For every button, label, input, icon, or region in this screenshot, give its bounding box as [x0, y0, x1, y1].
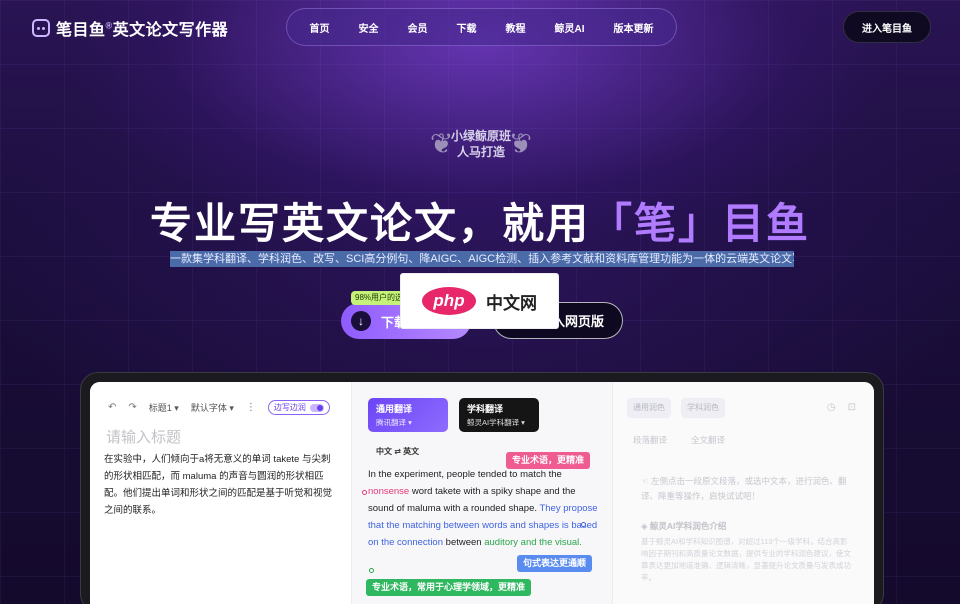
hero-subline: 一款集学科翻译、学科润色、改写、SCI高分例句、降AIGC、AIGC检测、插入参…: [170, 251, 794, 267]
badge-text: 小绿鲸原班 人马打造: [451, 128, 511, 160]
font-select[interactable]: 默认字体 ▾: [191, 401, 234, 414]
translated-term-green: auditory and the visual.: [484, 537, 582, 548]
translated-term-pink: nonsense: [368, 486, 410, 497]
editor-pane: ↶ ↷ 标题1 ▾ 默认字体 ▾ ⋮ 边写边润 请输入标题 在实验中，人们倾向于…: [90, 382, 351, 604]
logo-subtitle: 英文论文写作器: [112, 22, 229, 39]
download-popularity-tag: 98%用户的选: [351, 291, 408, 305]
badge-line-2: 人马打造: [456, 145, 505, 159]
polish-hint-text: 左侧点击一段原文段落，或选中文本，进行润色、翻译、降重等操作，启快试试吧！: [641, 476, 847, 501]
polish-intro-title-text: 鲸灵AI学科润色介绍: [649, 521, 727, 531]
laurel-right-icon: ❦: [508, 128, 532, 159]
tab-subject-polish[interactable]: 学科润色: [681, 398, 725, 418]
undo-icon[interactable]: ↶: [108, 402, 116, 413]
logo-icon: [32, 19, 50, 37]
polish-intro-desc: 基于鲸灵AI和学科知识图谱，对超过113个一级学科，结合高影响因子期刊和高质量论…: [641, 537, 851, 582]
polish-intro-title: ◈ 鲸灵AI学科润色介绍: [641, 520, 726, 532]
toggle-switch: [309, 403, 324, 412]
logo[interactable]: 笔目鱼®英文论文写作器: [32, 16, 228, 40]
general-translate-card[interactable]: 通用翻译 腾讯翻译 ▾: [368, 398, 448, 432]
pink-marker-dot: [362, 490, 367, 495]
toggle-label: 边写边润: [273, 403, 306, 412]
green-marker-dot: [369, 568, 374, 573]
ai-icon: ◈: [641, 521, 650, 531]
lang-from: 中文: [376, 447, 392, 456]
subtab-paragraph-translate[interactable]: 段落翻译: [633, 434, 667, 446]
nav-item-tutorial[interactable]: 教程: [506, 20, 526, 35]
php-cn-watermark: php 中文网: [401, 274, 558, 328]
export-icon[interactable]: ⊡: [848, 402, 856, 413]
badge-line-1: 小绿鲸原班: [450, 129, 511, 143]
nav-item-jingling-ai[interactable]: 鲸灵AI: [555, 20, 585, 35]
heading-select[interactable]: 标题1 ▾: [149, 401, 179, 414]
tag-more-fluent: 句式表达更通顺: [517, 555, 593, 572]
hero-headline: 专业写英文论文，就用「笔」目鱼: [0, 190, 960, 251]
general-translate-engine-label: 腾讯翻译: [376, 418, 406, 427]
polish-while-writing-toggle[interactable]: 边写边润: [267, 400, 330, 415]
general-translate-title: 通用翻译: [376, 404, 413, 414]
polish-pane: 通用润色 学科润色 ◷ ⊡ 段落翻译 全文翻译 ☜ 左侧点击一段原文段落，或选中…: [613, 382, 874, 604]
headline-brand: 「笔」: [589, 200, 722, 247]
nav-item-download[interactable]: 下载: [457, 20, 477, 35]
redo-icon[interactable]: ↷: [128, 402, 136, 413]
headline-post: 目鱼: [722, 200, 811, 247]
subject-translate-engine: 鲸灵AI学科翻译 ▾: [467, 418, 525, 427]
translation-pane: 通用翻译 腾讯翻译 ▾ 学科翻译 鲸灵AI学科翻译 ▾ 中文 ⇄ 英文 In t…: [351, 382, 613, 604]
subtab-full-translate[interactable]: 全文翻译: [691, 434, 725, 446]
download-arrow-icon: ↓: [351, 311, 371, 331]
document-title-input[interactable]: 请输入标题: [106, 426, 181, 447]
team-badge: ❦ 小绿鲸原班 人马打造 ❦: [430, 122, 532, 166]
lang-to: 英文: [403, 447, 420, 456]
nav-item-home[interactable]: 首页: [310, 20, 330, 35]
laurel-left-icon: ❦: [430, 128, 454, 159]
logo-text: 笔目鱼®英文论文写作器: [56, 16, 228, 40]
pointer-icon: ☜: [641, 476, 651, 486]
swap-icon: ⇄: [394, 447, 404, 456]
enter-app-button[interactable]: 进入笔目鱼: [843, 11, 931, 43]
editor-toolbar: ↶ ↷ 标题1 ▾ 默认字体 ▾ ⋮ 边写边润: [108, 400, 330, 415]
tag-terminology-precise: 专业术语，更精准: [506, 452, 591, 469]
logo-brand: 笔目鱼: [56, 22, 106, 39]
nav-item-changelog[interactable]: 版本更新: [614, 20, 654, 35]
polish-pane-icons: ◷ ⊡: [827, 402, 856, 413]
headline-pre: 专业写英文论文，就用: [149, 200, 590, 247]
font-select-value: 默认字体: [190, 403, 227, 413]
nav-item-membership[interactable]: 会员: [408, 20, 428, 35]
translated-segment-3: between: [443, 537, 485, 548]
polish-tabs: 通用润色 学科润色: [627, 398, 725, 418]
blue-marker-dot: [581, 522, 586, 527]
subject-translate-card[interactable]: 学科翻译 鲸灵AI学科翻译 ▾: [459, 398, 539, 432]
language-switch[interactable]: 中文 ⇄ 英文: [376, 446, 419, 457]
more-options-icon[interactable]: ⋮: [246, 402, 256, 413]
document-body[interactable]: 在实验中，人们倾向于a将无意义的单词 takete 与尖刺的形状相匹配，而 ma…: [104, 451, 338, 519]
subject-translate-title: 学科翻译: [467, 404, 504, 414]
tab-general-polish[interactable]: 通用润色: [627, 398, 671, 418]
translated-segment-1: In the experiment, people tended to matc…: [368, 469, 562, 480]
history-icon[interactable]: ◷: [827, 402, 836, 413]
php-cn-text: 中文网: [486, 293, 537, 313]
nav-item-security[interactable]: 安全: [359, 20, 379, 35]
tag-psychology-term: 专业术语，常用于心理学领域，更精准: [366, 579, 532, 596]
subject-translate-engine-label: 鲸灵AI学科翻译: [467, 418, 520, 427]
heading-select-value: 标题1: [148, 403, 172, 413]
translated-text[interactable]: In the experiment, people tended to matc…: [368, 466, 598, 551]
main-nav: 首页 安全 会员 下载 教程 鲸灵AI 版本更新: [286, 8, 677, 46]
app-preview: ↶ ↷ 标题1 ▾ 默认字体 ▾ ⋮ 边写边润 请输入标题 在实验中，人们倾向于…: [90, 382, 874, 604]
general-translate-engine: 腾讯翻译 ▾: [376, 418, 412, 427]
polish-hint: ☜ 左侧点击一段原文段落，或选中文本，进行润色、翻译、降重等操作，启快试试吧！: [641, 474, 851, 504]
php-logo-icon: php: [422, 287, 476, 315]
polish-subtabs: 段落翻译 全文翻译: [633, 434, 725, 446]
logo-registered: ®: [105, 20, 113, 31]
